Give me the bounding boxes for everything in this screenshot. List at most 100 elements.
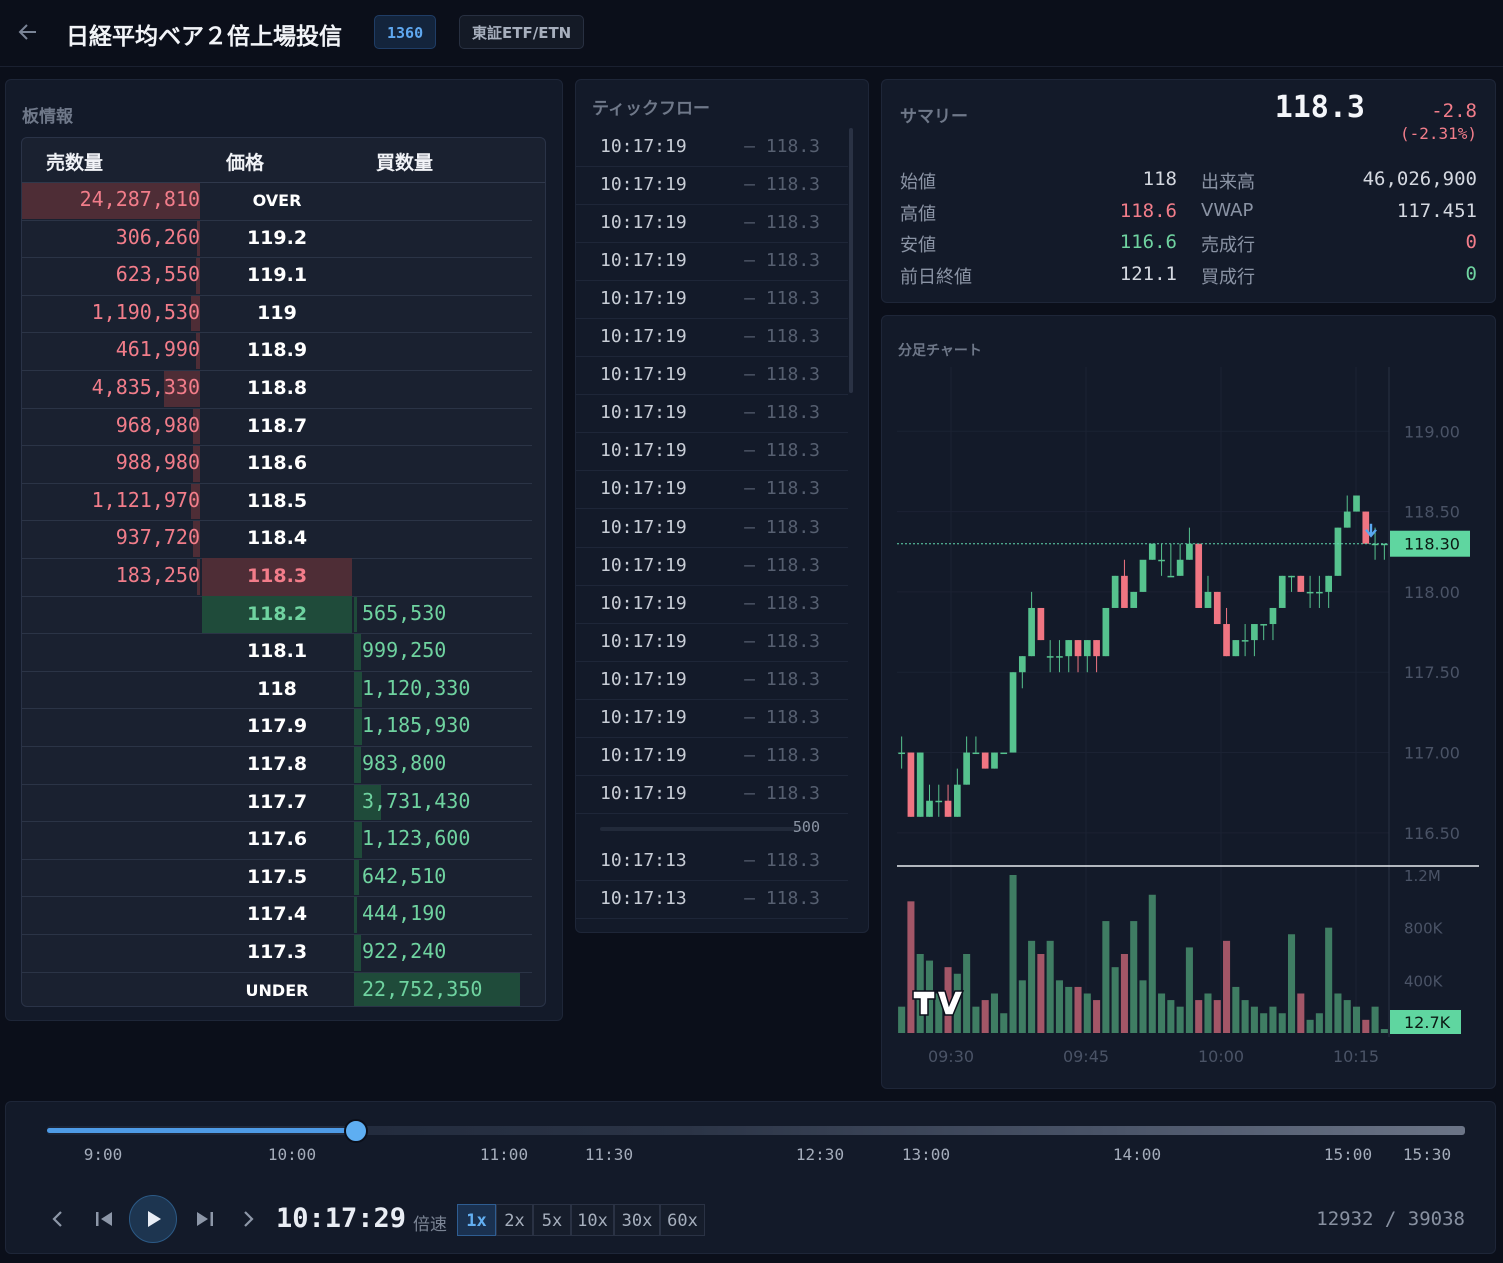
candle-body: [1241, 640, 1249, 642]
sell-qty: 623,550: [115, 262, 200, 287]
volume-bar: [1009, 875, 1017, 1033]
summary-value: 117.451: [1396, 199, 1477, 222]
tick-time: 10:17:19: [600, 402, 687, 424]
tick-price: — 118.3: [744, 887, 820, 909]
orderbook-row[interactable]: 1,121,970 118.5: [22, 483, 532, 522]
orderbook-row[interactable]: UNDER 22,752,350: [22, 972, 532, 1006]
tick-price: — 118.3: [744, 706, 820, 728]
orderbook-header: 売数量 価格 買数量: [22, 138, 545, 183]
candle-body: [1362, 511, 1370, 544]
volume-bar: [1232, 986, 1240, 1033]
candle-body: [953, 784, 961, 817]
tick-price: — 118.3: [744, 174, 820, 196]
tick-row: 10:17:19 — 118.3: [576, 623, 848, 662]
tick-row: 10:17:13 — 118.3: [576, 842, 848, 881]
prev-button[interactable]: [46, 1206, 68, 1238]
summary-title: サマリー: [900, 107, 968, 127]
volume-bar: [1380, 1029, 1388, 1033]
candle-body: [1223, 624, 1230, 657]
next-button[interactable]: [238, 1206, 260, 1236]
volume-bar: [1269, 1006, 1277, 1033]
back-button[interactable]: [14, 18, 42, 46]
orderbook-row[interactable]: 117.7 3,731,430: [22, 784, 532, 823]
orderbook-row[interactable]: 4,835,330 118.8: [22, 370, 532, 409]
orderbook-row[interactable]: 937,720 118.4: [22, 520, 532, 559]
skip-back-icon: [96, 1212, 112, 1226]
orderbook-row[interactable]: 117.5 642,510: [22, 859, 532, 898]
volume-bar: [1371, 1006, 1379, 1033]
orderbook-row[interactable]: 24,287,810 OVER: [22, 182, 532, 221]
orderbook-row[interactable]: 118.1 999,250: [22, 633, 532, 672]
volume-bar: [1362, 1019, 1370, 1033]
speed-option[interactable]: 5x: [533, 1204, 571, 1236]
tick-row: 10:17:19 — 118.3: [576, 356, 848, 396]
summary-value: 0: [1465, 231, 1477, 253]
buy-qty: 1,120,330: [362, 675, 471, 700]
orderbook-row[interactable]: 117.9 1,185,930: [22, 708, 532, 747]
tickflow-scrollbar[interactable]: [849, 128, 853, 393]
orderbook-row[interactable]: 117.4 444,190: [22, 896, 532, 935]
timeline-handle[interactable]: [344, 1119, 369, 1143]
candle-body: [1316, 591, 1323, 594]
price-axis-tick: 119.00: [1404, 422, 1460, 441]
tick-list[interactable]: 10:17:19 — 118.3 10:17:19 — 118.3 10:17:19 — …: [576, 128, 848, 928]
orderbook-row[interactable]: 118.2 565,530: [22, 595, 532, 635]
candle-body: [1000, 752, 1008, 755]
candle-body: [1148, 543, 1156, 560]
volume-bar: [1055, 980, 1063, 1033]
volume-bar: [1148, 894, 1156, 1033]
orderbook-row[interactable]: 623,550 119.1: [22, 257, 532, 296]
candle-body: [1334, 527, 1342, 576]
speed-option[interactable]: 1x: [457, 1204, 496, 1236]
candle-body: [991, 752, 998, 769]
timeline-label: 12:30: [795, 1145, 845, 1164]
speed-option[interactable]: 60x: [660, 1204, 705, 1236]
last-price-label: 118.30: [1404, 535, 1460, 554]
candle-body: [1111, 575, 1119, 608]
minute-chart[interactable]: 119.00 118.50 118.00 117.50 117.00 116.50 118.…: [881, 315, 1496, 1089]
sell-qty: 306,260: [115, 224, 200, 249]
orderbook-row[interactable]: 461,990 118.9: [22, 332, 532, 371]
tick-row: 10:17:19 — 118.3: [576, 280, 848, 320]
volume-bar: [1158, 993, 1166, 1033]
volume-bar: [1037, 954, 1045, 1033]
candle-body: [1251, 624, 1258, 641]
skip-end-button[interactable]: [191, 1206, 217, 1236]
summary-value: 118.6: [1119, 199, 1177, 222]
orderbook-row[interactable]: 1,190,530 119: [22, 295, 532, 334]
speed-option[interactable]: 10x: [571, 1204, 614, 1236]
orderbook-row[interactable]: 988,980 118.6: [22, 445, 532, 484]
summary-value: 0: [1465, 262, 1477, 285]
volume-bar: [972, 1006, 980, 1033]
sell-qty: 461,990: [115, 337, 200, 362]
candle-body: [1083, 640, 1091, 657]
orderbook-row[interactable]: 117.6 1,123,600: [22, 821, 532, 860]
buy-qty: 22,752,350: [362, 976, 483, 1001]
candle-body: [907, 752, 915, 817]
candle-body: [1204, 591, 1212, 608]
orderbook-row[interactable]: 306,260 119.2: [22, 220, 532, 259]
price-level: 117.5: [246, 865, 308, 888]
price-level: 118.2: [246, 602, 308, 625]
volume-bar: [981, 1000, 989, 1033]
orderbook-row[interactable]: 183,250 118.3: [22, 558, 532, 597]
candle-body: [916, 752, 924, 817]
speed-option[interactable]: 2x: [496, 1204, 533, 1236]
orderbook-row[interactable]: 117.3 922,240: [22, 934, 532, 973]
orderbook-row[interactable]: 968,980 118.7: [22, 408, 532, 447]
price-level: 117.8: [246, 753, 308, 775]
candle-body: [1195, 543, 1203, 608]
tick-time: 10:17:19: [600, 250, 687, 272]
orderbook-row[interactable]: 118 1,120,330: [22, 671, 532, 710]
sell-qty: 183,250: [115, 563, 200, 587]
summary-value: 46,026,900: [1362, 168, 1477, 190]
candle-body: [1121, 575, 1128, 608]
speed-option[interactable]: 30x: [614, 1204, 660, 1236]
volume-bar: [1074, 986, 1082, 1033]
orderbook-row[interactable]: 117.8 983,800: [22, 746, 532, 785]
buy-qty: 565,530: [362, 600, 447, 625]
tick-time: 10:17:19: [600, 630, 687, 652]
play-button[interactable]: [129, 1195, 177, 1243]
skip-start-button[interactable]: [92, 1206, 118, 1236]
tick-time: 10:17:19: [600, 668, 687, 690]
